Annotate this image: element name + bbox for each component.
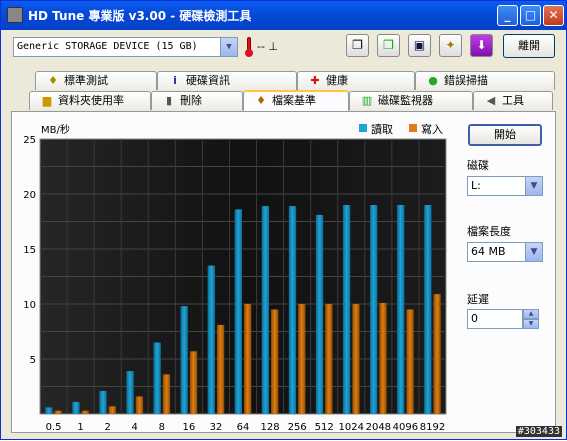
bar-read: [126, 371, 134, 414]
y-tick-label: 10: [23, 300, 36, 311]
x-tick-label: 4096: [393, 422, 418, 433]
bar-read: [261, 206, 270, 414]
tab-file-benchmark[interactable]: ♦ 檔案基準: [243, 90, 349, 111]
benchmark-chart: MB/秒 讀取 寫入 5 10 15 20 25 0.5 1 2 4 8 16 32 64 128 256 5…: [23, 122, 447, 433]
bar-write: [135, 396, 144, 414]
bar-read: [288, 206, 297, 414]
bar-write: [244, 304, 252, 414]
legend-read-swatch: [359, 124, 367, 132]
x-tick-label: 2048: [366, 422, 391, 433]
disk-select[interactable]: L: ▼: [467, 176, 543, 196]
x-tick-label: 1: [77, 422, 83, 433]
chevron-down-icon[interactable]: ▼: [525, 177, 542, 195]
bar-read: [45, 407, 53, 414]
file-length-value: 64 MB: [471, 245, 506, 258]
x-tick-label: 8: [159, 422, 165, 433]
disk-select-value: L:: [471, 179, 481, 192]
bar-write: [379, 302, 387, 414]
y-tick-label: 20: [23, 190, 36, 201]
x-tick-label: 0.5: [46, 422, 62, 433]
bar-read: [370, 205, 378, 414]
file-length-select[interactable]: 64 MB ▼: [467, 242, 543, 262]
bar-read: [180, 306, 188, 414]
bar-write: [433, 294, 441, 414]
bar-write: [162, 374, 171, 414]
bar-read: [153, 342, 161, 414]
x-tick-label: 4: [132, 422, 138, 433]
start-button[interactable]: 開始: [468, 124, 542, 146]
bar-write: [108, 406, 116, 414]
watermark: #303433: [515, 426, 562, 437]
x-tick-label: 8192: [420, 422, 445, 433]
delay-stepper[interactable]: ▲ ▼: [523, 309, 539, 329]
x-tick-label: 256: [288, 422, 307, 433]
y-tick-label: 15: [23, 245, 36, 256]
legend-write-label: 寫入: [421, 122, 443, 136]
bar-write: [406, 309, 414, 414]
bar-read: [397, 205, 405, 414]
bar-read: [72, 401, 80, 414]
spin-up-icon[interactable]: ▲: [523, 309, 539, 319]
legend-write-swatch: [409, 124, 417, 132]
chevron-down-icon[interactable]: ▼: [525, 243, 542, 261]
bar-read: [424, 205, 432, 414]
disk-label: 磁碟: [467, 159, 489, 172]
delay-label: 延遲: [467, 293, 489, 306]
x-tick-label: 1024: [339, 422, 364, 433]
y-tick-label: 5: [30, 355, 36, 366]
file-length-label: 檔案長度: [467, 225, 511, 238]
y-tick-label: 25: [23, 135, 36, 146]
spin-down-icon[interactable]: ▼: [523, 319, 539, 329]
y-axis-label: MB/秒: [41, 123, 70, 136]
bar-write: [216, 324, 225, 414]
bar-write: [298, 304, 306, 414]
x-tick-label: 128: [261, 422, 280, 433]
x-tick-label: 16: [182, 422, 195, 433]
bar-write: [189, 351, 198, 414]
file-benchmark-icon: ♦: [256, 94, 266, 107]
x-tick-label: 512: [315, 422, 334, 433]
x-tick-label: 64: [237, 422, 250, 433]
bar-write: [54, 410, 62, 414]
bar-read: [207, 265, 215, 414]
bar-write: [81, 410, 89, 414]
bar-read: [234, 209, 242, 414]
legend-read-label: 讀取: [371, 122, 393, 136]
x-tick-label: 2: [104, 422, 110, 433]
delay-input[interactable]: 0: [467, 309, 523, 329]
bar-write: [352, 304, 360, 414]
bar-read: [342, 205, 351, 414]
bar-write: [325, 304, 333, 414]
bar-write: [271, 309, 279, 414]
bar-read: [315, 214, 324, 414]
app-window: HD Tune 專業版 v3.00 - 硬碟檢測工具 _ □ ✕ Generic…: [0, 0, 567, 440]
bar-read: [99, 390, 107, 414]
x-tick-label: 32: [210, 422, 223, 433]
